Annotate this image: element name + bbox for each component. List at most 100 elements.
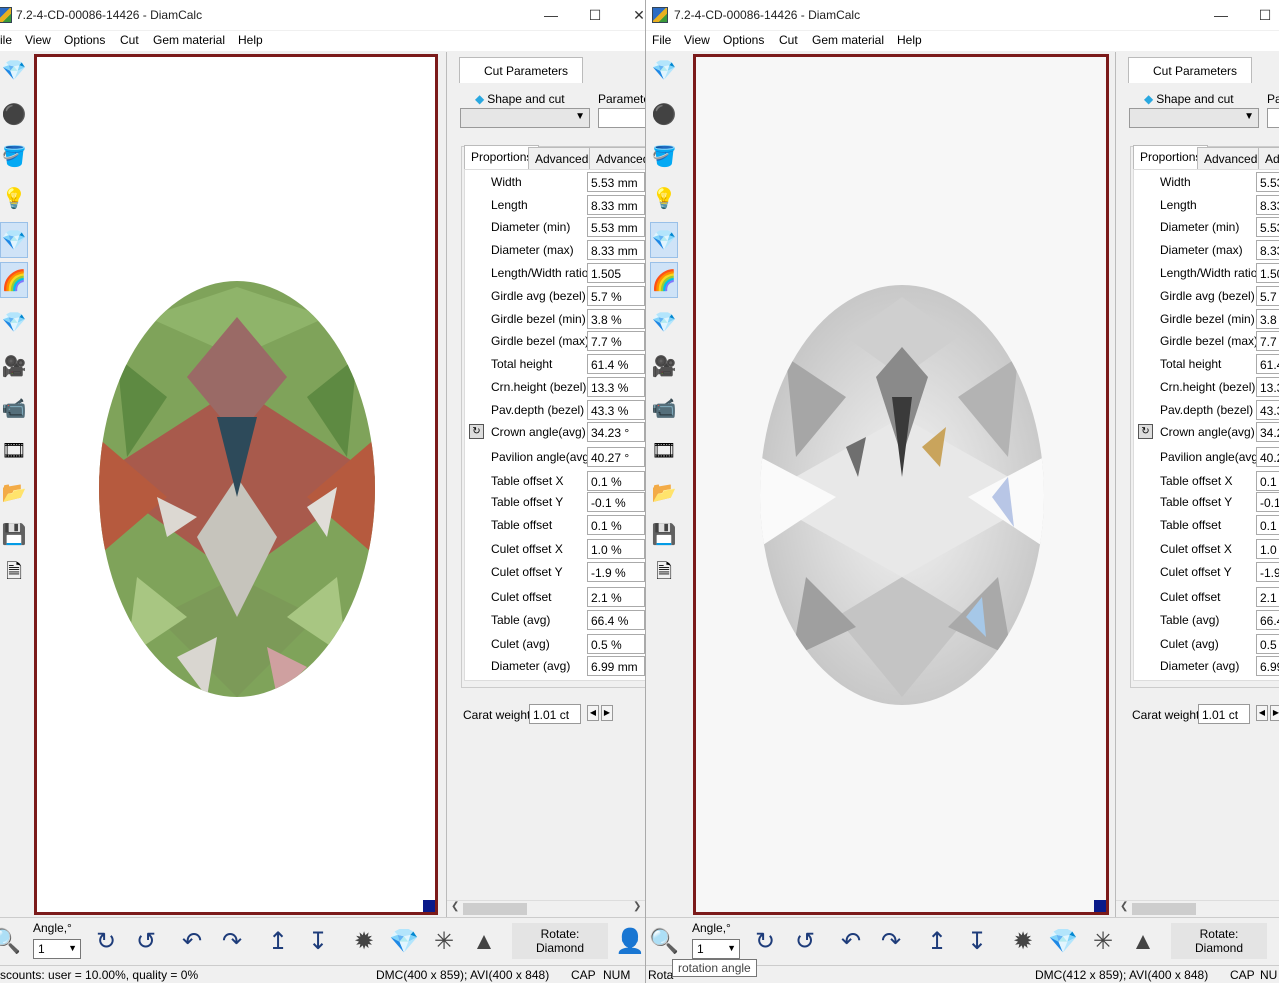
play-video-icon[interactable]: 🎥 [0,348,28,384]
maximize-button[interactable]: ☐ [582,4,608,26]
carat-decrease-button[interactable]: ◀ [587,705,599,721]
proportion-value-input[interactable]: 34.2 [1256,422,1279,442]
carat-weight-input[interactable]: 1.01 ct [1198,704,1250,724]
carat-increase-button[interactable]: ▶ [601,705,613,721]
minimize-button[interactable]: — [538,4,564,26]
proportion-value-input[interactable]: 3.8 % [587,309,645,329]
flip-right-icon[interactable]: ↷ [216,926,248,958]
proportion-value-input[interactable]: 34.23 ° [587,422,645,442]
parameter-input[interactable] [598,108,645,128]
proportion-value-input[interactable]: 5.53 mm [587,172,645,192]
sphere-icon[interactable]: ⚫ [0,96,28,132]
proportion-value-input[interactable]: 2.1 % [587,587,645,607]
proportion-value-input[interactable]: 61.4 [1256,354,1279,374]
proportion-value-input[interactable]: 1.50 [1256,263,1279,283]
sphere-icon[interactable]: ⚫ [650,96,678,132]
proportion-value-input[interactable]: 43.3 % [587,400,645,420]
bottom-view-icon[interactable]: ✳ [428,926,460,958]
menu-cut[interactable]: Cut [779,33,798,47]
carat-decrease-button[interactable]: ◀ [1256,705,1268,721]
spectrum-icon[interactable]: 🌈 [0,262,28,298]
rotate-cw-icon[interactable]: ↻ [90,926,122,958]
rotate-mode-box[interactable]: Rotate: Diamond [1171,923,1267,959]
proportion-value-input[interactable]: 1.505 [587,263,645,283]
menu-options[interactable]: Options [723,33,764,47]
proportion-value-input[interactable]: 40.2 [1256,447,1279,467]
carat-weight-input[interactable]: 1.01 ct [529,704,581,724]
proportion-value-input[interactable]: 5.53 mm [587,217,645,237]
diamond-view-icon[interactable]: 💎 [0,52,28,88]
tab-advanced-1[interactable]: Advanced [1197,147,1265,169]
lock-toggle-icon[interactable]: ↻ [469,424,484,439]
rotate-ccw-icon[interactable]: ↺ [130,926,162,958]
flip-left-icon[interactable]: ↶ [835,926,867,958]
tab-advanced-2[interactable]: Adv [1258,147,1279,169]
shape-select[interactable]: ▼ [460,108,590,128]
scroll-left-icon[interactable]: ❮ [451,901,459,912]
menu-view[interactable]: View [684,33,710,47]
maximize-button[interactable]: ☐ [1252,4,1278,26]
tilt-down-icon[interactable]: ↧ [302,926,334,958]
proportion-value-input[interactable]: 6.99 mm [587,656,645,676]
proportion-value-input[interactable]: 5.7 [1256,286,1279,306]
side-view-icon[interactable]: 💎 [1047,926,1079,958]
proportion-value-input[interactable]: 8.33 [1256,195,1279,215]
proportion-value-input[interactable]: 1.0 % [587,539,645,559]
proportion-value-input[interactable]: 5.7 % [587,286,645,306]
proportion-value-input[interactable]: 13.3 % [587,377,645,397]
carat-increase-button[interactable]: ▶ [1270,705,1279,721]
film-reel-icon[interactable]: 🎞 [0,432,28,468]
proportion-value-input[interactable]: 5.53 [1256,172,1279,192]
proportion-value-input[interactable]: 13.3 [1256,377,1279,397]
tab-cut-parameters[interactable]: Cut Parameters [1128,57,1252,83]
proportion-value-input[interactable]: 0.1 [1256,471,1279,491]
top-view-icon[interactable]: ✹ [348,926,380,958]
proportion-value-input[interactable]: -1.9 % [587,562,645,582]
zoom-icon[interactable]: 🔍 [0,926,22,958]
top-view-icon[interactable]: ✹ [1007,926,1039,958]
gem-card-icon[interactable]: 💎 [650,304,678,340]
record-video-icon[interactable]: 📹 [0,390,28,426]
menu-options[interactable]: Options [64,33,105,47]
proportion-value-input[interactable]: 43.3 [1256,400,1279,420]
menu-file[interactable]: File [652,33,671,47]
menu-cut[interactable]: Cut [120,33,139,47]
proportion-value-input[interactable]: 61.4 % [587,354,645,374]
rotate-ccw-icon[interactable]: ↺ [789,926,821,958]
flip-left-icon[interactable]: ↶ [176,926,208,958]
diamond-viewport[interactable] [693,54,1109,915]
proportion-value-input[interactable]: 66.4 % [587,610,645,630]
side-view-icon[interactable]: 💎 [388,926,420,958]
diamond-view-icon[interactable]: 💎 [650,52,678,88]
minimize-button[interactable]: — [1208,4,1234,26]
open-folder-icon[interactable]: 📂 [0,474,28,510]
proportion-value-input[interactable]: 0.5 % [587,634,645,654]
save-disk-icon[interactable]: 💾 [650,516,678,552]
diamond-viewport[interactable] [34,54,438,915]
proportion-value-input[interactable]: 6.99 [1256,656,1279,676]
proportion-value-input[interactable]: 8.33 mm [587,240,645,260]
paint-bucket-icon[interactable]: 🪣 [0,138,28,174]
proportion-value-input[interactable]: 2.1 [1256,587,1279,607]
panel-hscrollbar[interactable]: ❮ [1116,900,1279,916]
proportion-value-input[interactable]: -0.1 % [587,492,645,512]
proportion-value-input[interactable]: 0.1 [1256,515,1279,535]
panel-hscrollbar[interactable]: ❮ ❯ [447,900,645,916]
sparkle-diamond-icon[interactable]: 💎 [0,222,28,258]
angle-select[interactable]: 1 ▼ [692,939,740,959]
menu-help[interactable]: Help [897,33,922,47]
record-video-icon[interactable]: 📹 [650,390,678,426]
scroll-thumb[interactable] [1132,903,1196,915]
proportion-value-input[interactable]: 8.33 [1256,240,1279,260]
proportion-value-input[interactable]: 5.53 [1256,217,1279,237]
tab-advanced-2[interactable]: Advanced [589,147,645,169]
shape-select[interactable]: ▼ [1129,108,1259,128]
profile-view-icon[interactable]: ▲ [1127,926,1159,958]
scroll-thumb[interactable] [463,903,527,915]
rotate-mode-box[interactable]: Rotate: Diamond [512,923,608,959]
proportion-value-input[interactable]: 8.33 mm [587,195,645,215]
menu-view[interactable]: View [25,33,51,47]
menu-help[interactable]: Help [238,33,263,47]
angle-select[interactable]: 1 ▼ [33,939,81,959]
proportion-value-input[interactable]: 7.7 % [587,331,645,351]
